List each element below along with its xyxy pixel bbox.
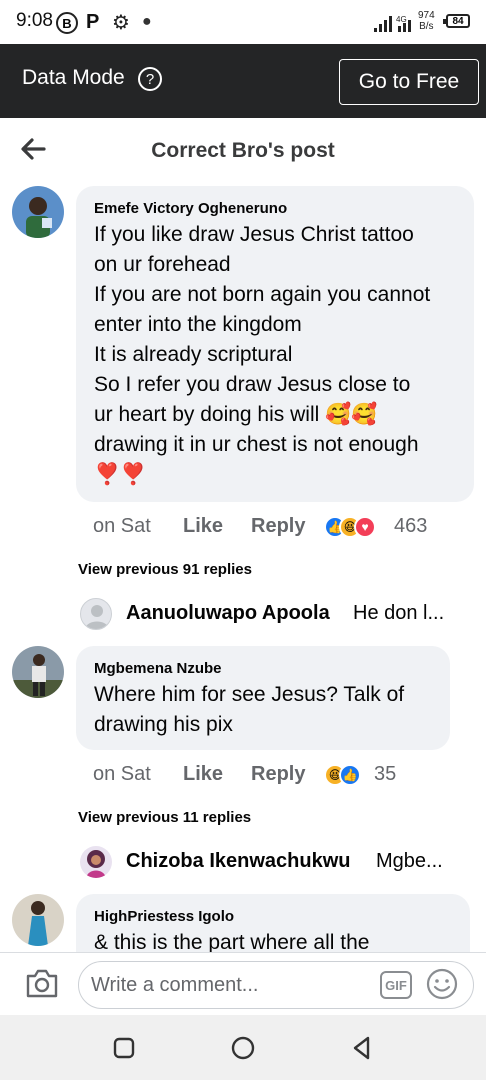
network-speed-value: 974 (418, 10, 435, 21)
comment-author[interactable]: Mgbemena Nzube (94, 660, 222, 677)
comment-author[interactable]: HighPriestess Igolo (94, 908, 234, 925)
view-previous-replies[interactable]: View previous 11 replies (78, 809, 251, 826)
p-icon: P (86, 10, 100, 33)
reaction-count[interactable]: 35 (374, 763, 396, 786)
network-speed: 974 B/s (418, 10, 435, 32)
reply-snippet: Mgbe... (376, 850, 443, 872)
gear-icon: ⚙ (112, 11, 130, 34)
like-button[interactable]: Like (183, 763, 223, 786)
page-title: Correct Bro's post (151, 139, 335, 162)
reply-snippet: He don l... (353, 602, 445, 624)
status-time: 9:08 (16, 10, 53, 31)
data-mode-label: Data Mode (22, 66, 125, 89)
comment-text: Where him for see Jesus? Talk of drawing… (94, 683, 405, 736)
love-reaction-icon: ♥ (354, 516, 376, 538)
post-header: Correct Bro's post (0, 118, 486, 184)
comment-time: on Sat (93, 515, 151, 537)
avatar[interactable] (12, 646, 64, 698)
comment-author[interactable]: Emefe Victory Ogheneruno (94, 200, 287, 217)
avatar[interactable] (12, 186, 64, 238)
comment-input[interactable] (78, 961, 474, 1009)
reaction-icons[interactable]: 😆 👍 (324, 764, 361, 788)
reaction-icons[interactable]: 👍 😆 ♥ (324, 516, 376, 540)
latest-reply-row[interactable]: Aanuoluwapo Apoola He don l... (80, 596, 480, 632)
comment-time: on Sat (93, 763, 151, 785)
gif-button[interactable]: GIF (380, 971, 412, 999)
network-speed-unit: B/s (419, 21, 434, 32)
latest-reply-row[interactable]: Chizoba Ikenwachukwu Mgbe... (80, 844, 480, 880)
dot-icon: ● (142, 13, 152, 30)
network-type: 4G (396, 15, 407, 24)
recents-icon[interactable] (110, 1034, 138, 1062)
back-icon[interactable] (348, 1034, 376, 1062)
signal-icon: 4G (374, 15, 411, 32)
like-button[interactable]: Like (183, 515, 223, 538)
system-nav-bar (0, 1015, 486, 1080)
comment-bubble[interactable]: Emefe Victory Ogheneruno If you like dra… (76, 186, 474, 502)
reply-button[interactable]: Reply (251, 515, 305, 538)
emoji-icon[interactable] (426, 968, 458, 1000)
avatar (80, 846, 112, 878)
reply-author[interactable]: Chizoba Ikenwachukwu (126, 850, 350, 873)
b-circle-icon: B (56, 12, 78, 34)
help-icon[interactable]: ? (138, 67, 162, 91)
avatar[interactable] (12, 894, 64, 946)
comment-bubble[interactable]: Mgbemena Nzube Where him for see Jesus? … (76, 646, 450, 750)
view-previous-replies[interactable]: View previous 91 replies (78, 561, 252, 578)
battery-icon: 84 (443, 14, 470, 28)
reply-author[interactable]: Aanuoluwapo Apoola (126, 602, 330, 625)
data-mode-bar: Data Mode ? Go to Free (0, 44, 486, 118)
like-reaction-icon: 👍 (339, 764, 361, 786)
comment-composer: GIF (0, 952, 486, 1015)
home-icon[interactable] (229, 1034, 257, 1062)
status-bar: 9:08 B P ⚙ ● 4G 974 B/s 84 (0, 0, 486, 44)
go-to-free-button[interactable]: Go to Free (339, 59, 479, 105)
reply-button[interactable]: Reply (251, 763, 305, 786)
camera-icon[interactable] (24, 967, 60, 999)
comment-text: If you like draw Jesus Christ tattoo on … (94, 223, 431, 486)
reaction-count[interactable]: 463 (394, 515, 427, 538)
avatar (80, 598, 112, 630)
